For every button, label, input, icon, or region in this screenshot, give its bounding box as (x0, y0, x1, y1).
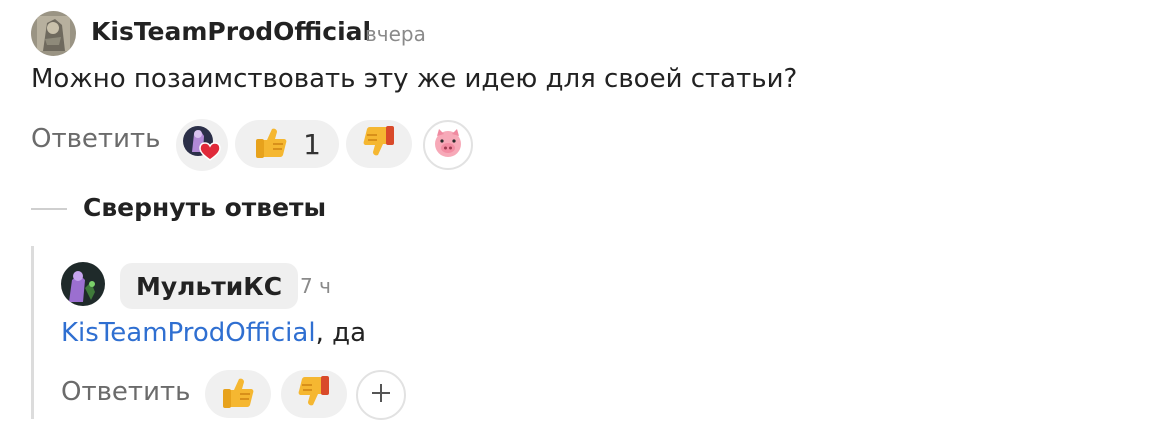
avatar[interactable] (31, 11, 76, 56)
heart-reaction-button[interactable] (176, 119, 228, 171)
reply-author-chip[interactable]: МультиКС (120, 263, 299, 309)
collapse-replies-button[interactable]: Свернуть ответы (83, 193, 326, 222)
comment-author[interactable]: KisTeamProdOfficial (91, 17, 371, 46)
thumbs-up-icon (253, 124, 289, 164)
comment-time: вчера (365, 22, 426, 46)
thumbs-down-icon (296, 374, 332, 414)
reply-text: KisTeamProdOfficial, да (61, 318, 366, 348)
add-reaction-button[interactable] (356, 370, 406, 420)
like-count: 1 (303, 127, 321, 161)
thumbs-up-icon (220, 374, 256, 414)
reply-reply-button[interactable]: Ответить (61, 377, 190, 407)
plus-icon (370, 382, 392, 408)
reply-button[interactable]: Ответить (31, 124, 160, 154)
comment-text: Можно позаимствовать эту же идею для сво… (31, 64, 798, 94)
thread-line (31, 246, 34, 419)
reply-like-button[interactable] (205, 370, 271, 418)
dislike-reaction-button[interactable] (346, 120, 412, 168)
reply-avatar[interactable] (61, 262, 105, 306)
reply-text-body: , да (315, 318, 367, 348)
reply-mention-link[interactable]: KisTeamProdOfficial (61, 318, 316, 348)
pig-reaction-button[interactable] (423, 120, 473, 170)
reply-dislike-button[interactable] (281, 370, 347, 418)
like-reaction-button[interactable]: 1 (235, 120, 339, 168)
reply-time: 7 ч (300, 274, 331, 298)
collapse-divider (31, 208, 67, 210)
reply-author: МультиКС (136, 271, 283, 301)
heart-reaction-icon (181, 122, 223, 168)
pig-icon (431, 126, 465, 164)
thumbs-down-icon (361, 124, 397, 164)
